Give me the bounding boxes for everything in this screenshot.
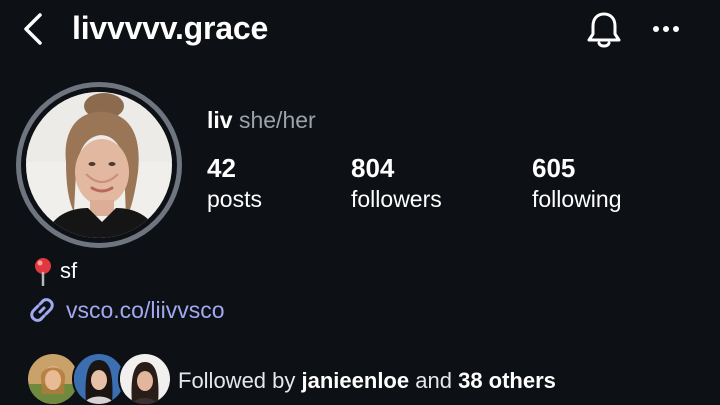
display-name: liv: [207, 107, 233, 133]
mutual-followers-avatars[interactable]: [26, 352, 172, 405]
followed-by-text[interactable]: Followed by janieenloe and 38 others: [178, 366, 556, 396]
stat-posts[interactable]: 42 posts: [207, 152, 262, 214]
link-text: vsco.co/liivvsco: [66, 297, 225, 323]
following-count: 605: [532, 153, 576, 183]
location-text: sf: [60, 258, 78, 283]
posts-label: posts: [207, 186, 262, 212]
followers-label: followers: [351, 186, 442, 212]
back-button[interactable]: [18, 12, 48, 46]
bio-location: sf: [30, 256, 77, 286]
pin-icon: [35, 258, 51, 286]
profile-avatar[interactable]: [26, 92, 172, 238]
followed-by-prefix: Followed by: [178, 368, 296, 393]
chevron-left-icon: [24, 13, 42, 45]
followed-by-user[interactable]: janieenloe: [302, 368, 410, 393]
link-icon: [30, 298, 54, 322]
bell-icon: [587, 12, 621, 48]
stat-following[interactable]: 605 following: [532, 152, 622, 214]
posts-count: 42: [207, 153, 236, 183]
followed-by-others[interactable]: 38 others: [458, 368, 556, 393]
name-row: liv she/her: [207, 106, 316, 134]
more-horizontal-icon: [653, 26, 679, 32]
mutual-avatar: [118, 352, 172, 405]
bio-link[interactable]: vsco.co/liivvsco: [26, 294, 224, 326]
notifications-button[interactable]: [584, 10, 624, 50]
profile-screen: livvvvv.grace liv she/her 42 posts 804 f…: [0, 0, 720, 405]
avatar-photo: [26, 92, 172, 238]
following-label: following: [532, 186, 622, 212]
stat-followers[interactable]: 804 followers: [351, 152, 442, 214]
more-options-button[interactable]: [648, 14, 684, 44]
profile-username: livvvvv.grace: [72, 10, 269, 46]
followed-by-and: and: [415, 368, 452, 393]
followers-count: 804: [351, 153, 395, 183]
pronouns: she/her: [238, 107, 316, 133]
